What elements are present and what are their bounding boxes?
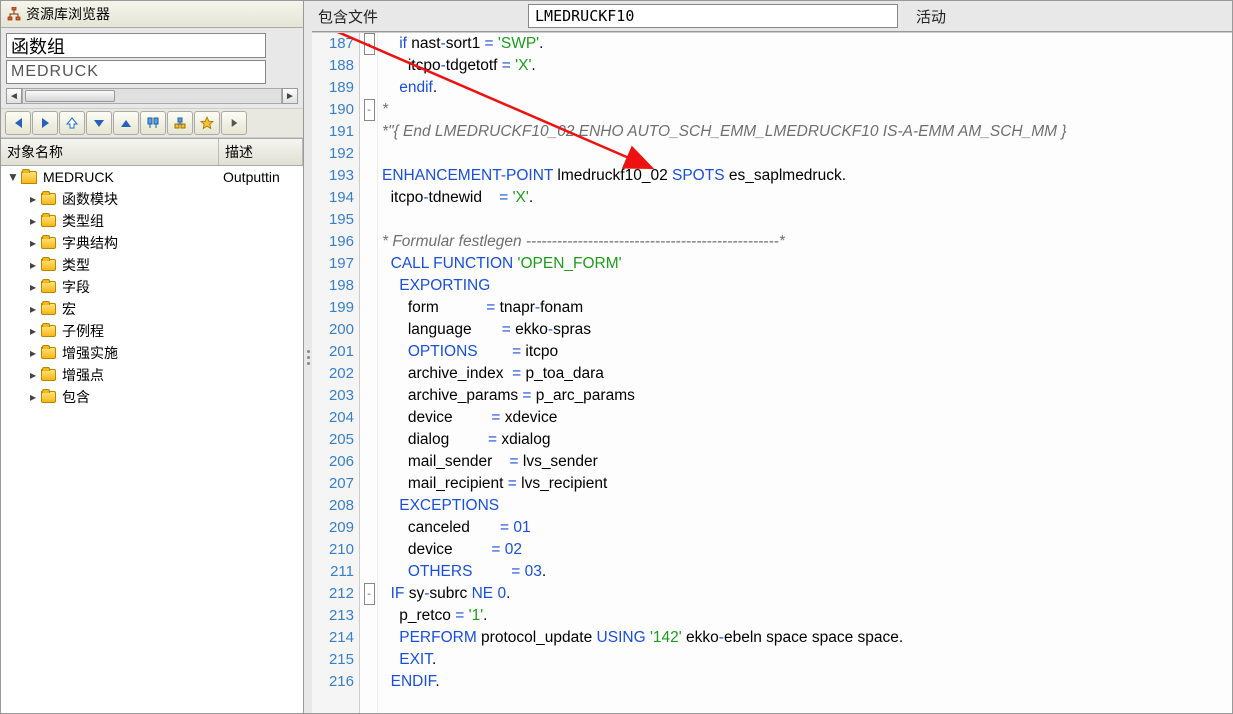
include-name-field[interactable] xyxy=(528,4,898,28)
expand-icon[interactable]: ▸ xyxy=(27,237,39,249)
object-type-row xyxy=(1,28,303,60)
scroll-track[interactable] xyxy=(22,88,282,104)
tree-header: 对象名称 描述 xyxy=(1,138,303,166)
code-content[interactable]: if nast-sort1 = 'SWP'. itcpo-tdgetotf = … xyxy=(382,33,1232,693)
fold-marks: - - - xyxy=(360,33,378,693)
column-header-desc[interactable]: 描述 xyxy=(219,139,303,165)
find-button[interactable] xyxy=(140,111,166,135)
editor-header: 包含文件 活动 xyxy=(312,1,1232,32)
where-used-button[interactable] xyxy=(167,111,193,135)
line-numbers: 1871881891901911921931941951961971981992… xyxy=(312,33,360,693)
expand-button[interactable] xyxy=(86,111,112,135)
folder-closed-icon xyxy=(41,347,56,359)
collapse-button[interactable] xyxy=(113,111,139,135)
expand-icon[interactable]: ▸ xyxy=(27,369,39,381)
nav-back-button[interactable] xyxy=(5,111,31,135)
tree-child-row[interactable]: ▸ 包含 xyxy=(1,386,303,408)
horizontal-scrollbar[interactable]: ◄ ► xyxy=(6,88,298,104)
nav-up-button[interactable] xyxy=(59,111,85,135)
repository-browser-panel: 资源库浏览器 ◄ ► xyxy=(1,1,304,713)
tree-root-label: MEDRUCK xyxy=(43,169,114,185)
tree-child-row[interactable]: ▸ 子例程 xyxy=(1,320,303,342)
scroll-left-button[interactable]: ◄ xyxy=(6,88,22,104)
tree-child-label: 增强点 xyxy=(62,365,104,385)
scroll-thumb[interactable] xyxy=(25,90,115,102)
object-tree[interactable]: ▼ MEDRUCK Outputtin ▸ 函数模块 ▸ 类型组 ▸ 字典结构 ▸ 类型 ▸ 字段… xyxy=(1,166,303,713)
folder-closed-icon xyxy=(41,303,56,315)
tree-child-row[interactable]: ▸ 字典结构 xyxy=(1,232,303,254)
tree-child-label: 增强实施 xyxy=(62,343,118,363)
tree-child-label: 类型 xyxy=(62,255,90,275)
tree-child-row[interactable]: ▸宏 xyxy=(1,298,303,320)
folder-closed-icon xyxy=(41,391,56,403)
tree-child-row[interactable]: ▸ 字段 xyxy=(1,276,303,298)
tree-child-label: 类型组 xyxy=(62,211,104,231)
collapse-icon[interactable]: ▼ xyxy=(7,171,19,183)
tree-child-label: 字段 xyxy=(62,277,90,297)
app-container: 资源库浏览器 ◄ ► xyxy=(0,0,1233,714)
tree-child-row[interactable]: ▸ 类型组 xyxy=(1,210,303,232)
expand-icon[interactable]: ▸ xyxy=(27,215,39,227)
tree-child-label: 字典结构 xyxy=(62,233,118,253)
panel-title-bar: 资源库浏览器 xyxy=(1,1,303,28)
toolbar-more-button[interactable] xyxy=(221,111,247,135)
nav-forward-button[interactable] xyxy=(32,111,58,135)
tree-child-row[interactable]: ▸ 增强实施 xyxy=(1,342,303,364)
folder-closed-icon xyxy=(41,193,56,205)
tree-child-row[interactable]: ▸ 增强点 xyxy=(1,364,303,386)
folder-closed-icon xyxy=(41,237,56,249)
scroll-right-button[interactable]: ► xyxy=(282,88,298,104)
active-status-label: 活动 xyxy=(916,6,946,27)
tree-child-row[interactable]: ▸ 函数模块 xyxy=(1,188,303,210)
object-name-input[interactable] xyxy=(6,60,266,84)
object-type-dropdown[interactable] xyxy=(6,33,266,58)
folder-closed-icon xyxy=(41,215,56,227)
tree-root-desc: Outputtin xyxy=(223,169,303,185)
folder-closed-icon xyxy=(41,259,56,271)
fold-toggle[interactable]: - xyxy=(364,583,375,605)
expand-icon[interactable]: ▸ xyxy=(27,325,39,337)
expand-icon[interactable]: ▸ xyxy=(27,391,39,403)
tree-child-row[interactable]: ▸ 类型 xyxy=(1,254,303,276)
expand-icon[interactable]: ▸ xyxy=(27,303,39,315)
hierarchy-icon xyxy=(7,7,21,21)
fold-toggle[interactable]: - xyxy=(364,33,375,55)
tree-child-label: 子例程 xyxy=(62,321,104,341)
tree-toolbar xyxy=(1,108,303,138)
tree-child-label: 宏 xyxy=(62,299,76,319)
object-name-row xyxy=(1,60,303,86)
expand-icon[interactable]: ▸ xyxy=(27,193,39,205)
folder-open-icon xyxy=(21,171,37,184)
folder-closed-icon xyxy=(41,281,56,293)
expand-icon[interactable]: ▸ xyxy=(27,259,39,271)
fold-toggle[interactable]: - xyxy=(364,99,375,121)
column-header-name[interactable]: 对象名称 xyxy=(1,139,219,165)
tree-root-row[interactable]: ▼ MEDRUCK Outputtin xyxy=(1,166,303,188)
folder-closed-icon xyxy=(41,325,56,337)
tree-child-label: 函数模块 xyxy=(62,189,118,209)
panel-title-text: 资源库浏览器 xyxy=(26,4,110,24)
favorites-button[interactable] xyxy=(194,111,220,135)
expand-icon[interactable]: ▸ xyxy=(27,281,39,293)
folder-closed-icon xyxy=(41,369,56,381)
expand-icon[interactable]: ▸ xyxy=(27,347,39,359)
code-editor[interactable]: 1871881891901911921931941951961971981992… xyxy=(312,32,1232,713)
source-editor-panel: 包含文件 活动 18718818919019119219319419519619… xyxy=(312,1,1232,713)
tree-child-label: 包含 xyxy=(62,387,90,407)
panel-splitter[interactable] xyxy=(304,1,312,713)
include-label: 包含文件 xyxy=(318,6,378,27)
